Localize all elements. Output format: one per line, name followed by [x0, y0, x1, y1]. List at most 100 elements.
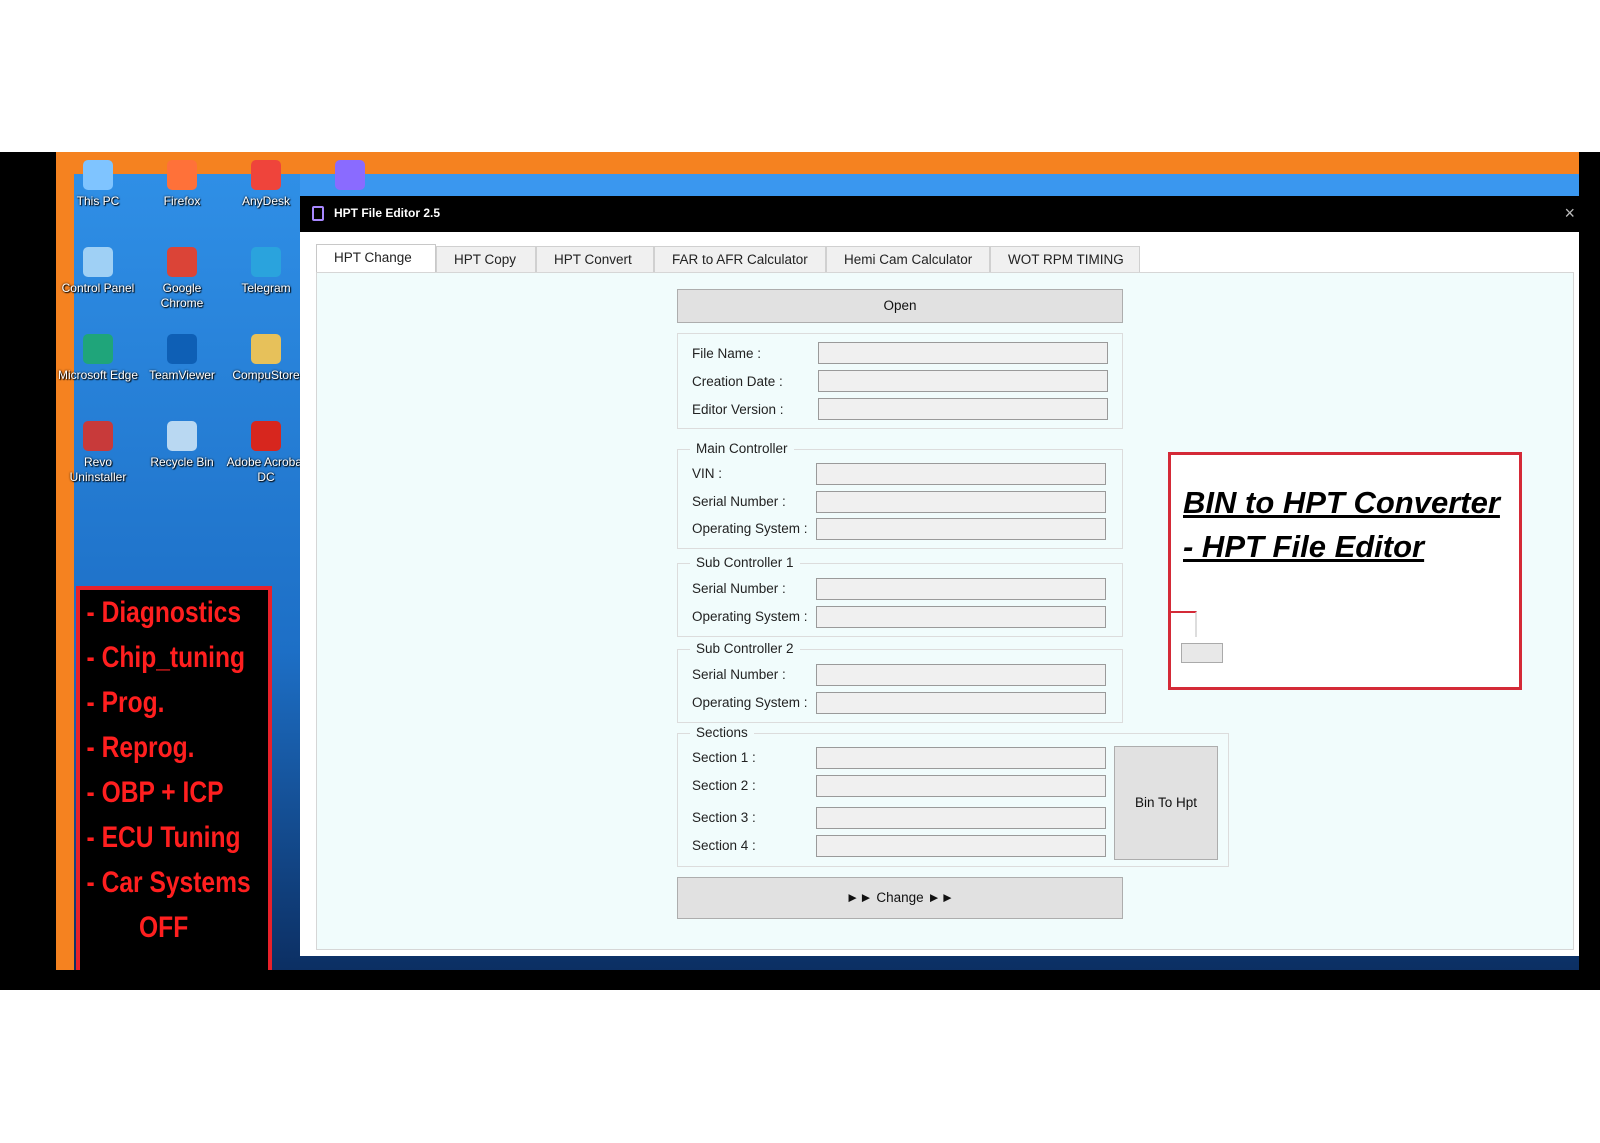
tab-far-to-afr-calculator[interactable]: FAR to AFR Calculator [654, 246, 826, 272]
promo-line: OFF [139, 911, 189, 944]
file-editor-icon [335, 160, 365, 190]
desktop-icon[interactable]: Control Panel [56, 247, 140, 296]
section-3-label: Section 3 : [692, 810, 756, 825]
desktop-icon[interactable] [308, 160, 392, 194]
section-3-field[interactable] [816, 807, 1106, 829]
desktop-icon[interactable]: Google Chrome [140, 247, 224, 311]
desktop-icon-label: Revo Uninstaller [69, 455, 127, 484]
desktop-icon-label: AnyDesk [241, 194, 291, 208]
desktop-icon[interactable]: Telegram [224, 247, 308, 296]
desktop-icon-label: Adobe Acrobat DC [226, 455, 306, 484]
acrobat-icon [251, 421, 281, 451]
section-1-label: Section 1 : [692, 750, 756, 765]
creation-date-field[interactable] [818, 370, 1108, 392]
desktop-icon[interactable]: CompuStore [224, 334, 308, 383]
desktop-icon[interactable]: Adobe Acrobat DC [224, 421, 308, 485]
desktop-icon[interactable]: Firefox [140, 160, 224, 209]
desktop-icon-label: This PC [76, 194, 120, 208]
desktop-icon-label: Telegram [241, 281, 291, 295]
desktop-icon[interactable]: This PC [56, 160, 140, 209]
tab-hpt-convert[interactable]: HPT Convert [536, 246, 654, 272]
computer-icon [83, 160, 113, 190]
sections-group: Sections Section 1 : Section 2 : Section… [677, 725, 1229, 867]
teamviewer-icon [167, 334, 197, 364]
cursor-artifact [1181, 643, 1223, 663]
telegram-icon [251, 247, 281, 277]
desktop-icon[interactable]: Microsoft Edge [56, 334, 140, 383]
tab-hpt-copy[interactable]: HPT Copy [436, 246, 536, 272]
background-window-strip [300, 174, 1579, 196]
file-info-group: File Name : Creation Date : Editor Versi… [677, 333, 1123, 429]
window-title: HPT File Editor 2.5 [334, 206, 441, 220]
desktop-icon-label: Recycle Bin [150, 455, 214, 469]
bin-to-hpt-button[interactable]: Bin To Hpt [1114, 746, 1218, 860]
main-os-field[interactable] [816, 518, 1106, 540]
editor-version-field[interactable] [818, 398, 1108, 420]
promo-line: - OBP + ICP [86, 776, 224, 809]
close-icon[interactable]: × [1564, 203, 1575, 224]
open-button[interactable]: Open [677, 289, 1123, 323]
file-name-label: File Name : [692, 346, 762, 361]
sub1-os-label: Operating System : [692, 609, 808, 624]
window-titlebar[interactable]: HPT File Editor 2.5 × [300, 196, 1579, 232]
change-button[interactable]: ►► Change ►► [677, 877, 1123, 919]
promo-line: - Prog. [86, 686, 165, 719]
app-icon [312, 206, 324, 221]
sub2-serial-field[interactable] [816, 664, 1106, 686]
editor-version-label: Editor Version : [692, 402, 784, 417]
promo-line: - Car Systems [86, 866, 251, 899]
file-name-field[interactable] [818, 342, 1108, 364]
cursor-artifact [1169, 611, 1197, 637]
desktop-icon[interactable]: AnyDesk [224, 160, 308, 209]
tab-hpt-change[interactable]: HPT Change [316, 244, 436, 274]
promo-line: - Diagnostics [86, 596, 242, 629]
sub-controller-2-title: Sub Controller 2 [690, 641, 800, 656]
section-4-field[interactable] [816, 835, 1106, 857]
caption-line-2: - HPT File Editor [1183, 529, 1425, 564]
sub-controller-2-group: Sub Controller 2 Serial Number : Operati… [677, 641, 1123, 723]
main-serial-label: Serial Number : [692, 494, 786, 509]
sub-controller-1-group: Sub Controller 1 Serial Number : Operati… [677, 555, 1123, 637]
anydesk-icon [251, 160, 281, 190]
sub1-serial-field[interactable] [816, 578, 1106, 600]
tab-wot-rpm-timing[interactable]: WOT RPM TIMING [990, 246, 1140, 272]
compustore-icon [251, 334, 281, 364]
sub2-serial-label: Serial Number : [692, 667, 786, 682]
main-controller-group: Main Controller VIN : Serial Number : Op… [677, 441, 1123, 549]
desktop-icon-label: TeamViewer [149, 368, 215, 382]
vin-label: VIN : [692, 466, 723, 481]
main-os-label: Operating System : [692, 521, 808, 536]
main-serial-field[interactable] [816, 491, 1106, 513]
tab-hemi-cam-calculator[interactable]: Hemi Cam Calculator [826, 246, 990, 272]
desktop-icon-label: Google Chrome [160, 281, 204, 310]
recycle-bin-icon [167, 421, 197, 451]
sub2-os-field[interactable] [816, 692, 1106, 714]
revo-uninstaller-icon [83, 421, 113, 451]
edge-icon [83, 334, 113, 364]
section-1-field[interactable] [816, 747, 1106, 769]
sub2-os-label: Operating System : [692, 695, 808, 710]
video-caption-box: BIN to HPT Converter - HPT File Editor [1168, 452, 1522, 690]
vin-field[interactable] [816, 463, 1106, 485]
desktop-icon-label: Microsoft Edge [57, 368, 139, 382]
caption-title: BIN to HPT Converter - HPT File Editor [1183, 481, 1500, 569]
control-panel-icon [83, 247, 113, 277]
desktop-icon-label: Control Panel [61, 281, 135, 295]
desktop-icon[interactable]: TeamViewer [140, 334, 224, 383]
promo-line: - Chip_tuning [86, 641, 246, 674]
firefox-icon [167, 160, 197, 190]
sub-controller-1-title: Sub Controller 1 [690, 555, 800, 570]
sub1-os-field[interactable] [816, 606, 1106, 628]
caption-line-1: BIN to HPT Converter [1183, 485, 1500, 520]
chrome-icon [167, 247, 197, 277]
promo-banner: - Diagnostics - Chip_tuning - Prog. - Re… [76, 586, 272, 970]
sub1-serial-label: Serial Number : [692, 581, 786, 596]
desktop-icon[interactable]: Revo Uninstaller [56, 421, 140, 485]
creation-date-label: Creation Date : [692, 374, 783, 389]
desktop-icon[interactable]: Recycle Bin [140, 421, 224, 470]
section-4-label: Section 4 : [692, 838, 756, 853]
section-2-field[interactable] [816, 775, 1106, 797]
sections-title: Sections [690, 725, 754, 740]
desktop-icon-label: Firefox [163, 194, 201, 208]
promo-line: - ECU Tuning [86, 821, 241, 854]
